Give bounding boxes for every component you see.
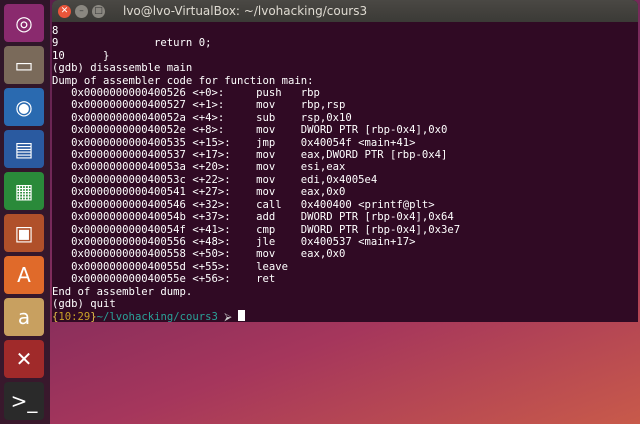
terminal-line: 0x0000000000400556 <+48>: jle 0x400537 <… bbox=[52, 235, 416, 248]
terminal-line: (gdb) quit bbox=[52, 297, 116, 310]
terminal-line: 0x000000000040052a <+4>: sub rsp,0x10 bbox=[52, 111, 352, 124]
prompt-time: 10:29 bbox=[58, 311, 91, 322]
file-cabinet-icon: ▭ bbox=[14, 53, 34, 77]
terminal-window[interactable]: ✕ – □ lvo@lvo-VirtualBox: ~/lvohacking/c… bbox=[52, 0, 638, 322]
minimize-button[interactable]: – bbox=[75, 4, 88, 18]
terminal-line: 8 bbox=[52, 25, 59, 37]
launcher-libreoffice-writer[interactable]: ▤ bbox=[4, 130, 44, 168]
launcher-firefox[interactable]: ◉ bbox=[4, 88, 44, 126]
terminal-line: 0x0000000000400541 <+27>: mov eax,0x0 bbox=[52, 186, 346, 199]
shell-prompt: {10:29}~/lvohacking/cours3 ⮚ bbox=[52, 310, 638, 322]
launcher-ubuntu-dash[interactable]: ◎ bbox=[4, 4, 44, 42]
terminal-line: 0x0000000000400535 <+15>: jmp 0x40054f <… bbox=[52, 136, 416, 149]
terminal-line: (gdb) disassemble main bbox=[52, 62, 193, 75]
terminal-line: 0x000000000040052e <+8>: mov DWORD PTR [… bbox=[52, 124, 448, 137]
terminal-line: Dump of assembler code for function main… bbox=[52, 74, 314, 87]
launcher-files[interactable]: ▭ bbox=[4, 46, 44, 84]
launcher: ◎ ▭ ◉ ▤ ▦ ▣ Aa ✕ >_ bbox=[0, 0, 50, 424]
terminal-line: 0x0000000000400527 <+1>: mov rbp,rsp bbox=[52, 99, 346, 112]
terminal-line: 0x0000000000400546 <+32>: call 0x400400 … bbox=[52, 198, 435, 211]
text-cursor bbox=[238, 310, 246, 322]
prompt-path: ~/lvohacking/cours3 bbox=[96, 311, 218, 322]
terminal-line: 0x000000000040053a <+20>: mov esi,eax bbox=[52, 161, 346, 174]
prompt-arrow-icon: ⮚ bbox=[224, 311, 232, 322]
launcher-system-settings[interactable]: ✕ bbox=[4, 340, 44, 378]
close-button[interactable]: ✕ bbox=[58, 4, 71, 18]
shopping-bag-icon: A bbox=[17, 263, 31, 287]
terminal-line: 0x0000000000400558 <+50>: mov eax,0x0 bbox=[52, 248, 346, 261]
writer-icon: ▤ bbox=[14, 137, 34, 161]
firefox-icon: ◉ bbox=[15, 95, 33, 119]
ubuntu-logo-icon: ◎ bbox=[15, 11, 33, 35]
terminal-line: 0x000000000040055e <+56>: ret bbox=[52, 273, 276, 286]
settings-icon: ✕ bbox=[15, 347, 33, 371]
terminal-line: 10 } bbox=[52, 49, 110, 62]
terminal-line: 0x000000000040055d <+55>: leave bbox=[52, 260, 288, 273]
launcher-terminal[interactable]: >_ bbox=[4, 382, 44, 420]
terminal-icon: >_ bbox=[10, 389, 38, 413]
terminal-line: 9 return 0; bbox=[52, 37, 212, 50]
launcher-libreoffice-calc[interactable]: ▦ bbox=[4, 172, 44, 210]
launcher-amazon[interactable]: a bbox=[4, 298, 44, 336]
terminal-line: 0x000000000040054f <+41>: cmp DWORD PTR … bbox=[52, 223, 461, 236]
amazon-icon: a bbox=[17, 305, 31, 329]
title-bar[interactable]: ✕ – □ lvo@lvo-VirtualBox: ~/lvohacking/c… bbox=[52, 0, 638, 22]
calc-icon: ▦ bbox=[14, 179, 34, 203]
impress-icon: ▣ bbox=[14, 221, 34, 245]
launcher-software-center[interactable]: A bbox=[4, 256, 44, 294]
terminal-line: End of assembler dump. bbox=[52, 285, 193, 298]
terminal-line: 0x000000000040054b <+37>: add DWORD PTR … bbox=[52, 211, 454, 224]
terminal-line: 0x0000000000400526 <+0>: push rbp bbox=[52, 87, 320, 100]
maximize-button[interactable]: □ bbox=[92, 4, 105, 18]
window-title: lvo@lvo-VirtualBox: ~/lvohacking/cours3 bbox=[123, 4, 368, 18]
launcher-libreoffice-impress[interactable]: ▣ bbox=[4, 214, 44, 252]
terminal-output[interactable]: 89 return 0; 10 } (gdb) disassemble main Du… bbox=[52, 22, 638, 322]
terminal-line: 0x0000000000400537 <+17>: mov eax,DWORD … bbox=[52, 149, 448, 162]
terminal-line: 0x000000000040053c <+22>: mov edi,0x4005… bbox=[52, 173, 378, 186]
